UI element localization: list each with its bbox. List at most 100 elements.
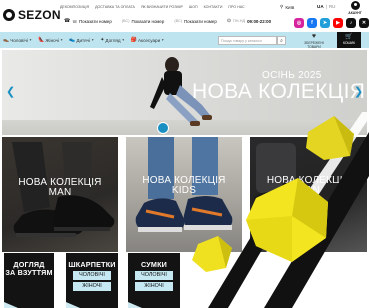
tile-title: ШКАРПЕТКИ [68,260,116,269]
category-card-men[interactable]: НОВА КОЛЕКЦІЯ MAN [2,137,118,252]
language-switch: UA | RU [317,4,335,9]
chevron-down-icon: ▼ [59,38,64,42]
chevron-down-icon: ▼ [91,38,95,42]
hero-title: НОВА КОЛЕКЦІЯ [192,80,366,103]
search-icon: ⌕ [280,37,283,44]
nav-item-care[interactable]: ✦ Догляд ▼ [100,37,125,43]
nav-item-accessories[interactable]: 🎒 Аксесуари ▼ [131,37,165,43]
social-links: ◎ f ➤ ▶ ♪ ✕ [294,18,369,28]
logo[interactable]: SEZON [3,8,61,22]
favorites-button[interactable]: ♥ ЗБЕРЕЖЕНІ ТОВАРИ [299,33,329,49]
show-number-link[interactable]: Показати номер [79,19,112,24]
cart-button[interactable]: 🛒 КОШИК [337,32,361,48]
logo-mark-icon [3,9,15,21]
user-icon [350,1,360,10]
phone-bar: ☎ ☎ Показати номер (ВС) Показати номер (… [64,18,271,24]
phone-operator: (ВС) [174,19,182,23]
nav-items: 👞 Чоловічі ▼ 👠 Жіночі ▼ 👟 Дитячі ▼ ✦ Дог… [3,32,164,48]
nav-item-label: Жіночі [45,37,59,43]
top-link[interactable]: ШОП [189,5,198,9]
top-link[interactable]: ПРО НАС [228,5,244,9]
top-link[interactable]: ДОСТАВКА ТА ОПЛАТА [95,5,135,9]
tile-socks[interactable]: ШКАРПЕТКИ ЧОЛОВІЧІ ЖІНОЧІ [66,253,118,308]
facebook-icon[interactable]: f [307,18,317,28]
nav-item-label: Дитячі [76,37,91,43]
top-link[interactable]: ЯК ВИЗНАЧИТИ РОЗМІР [141,5,183,9]
tile-accent [66,302,80,308]
top-links: ДЕКОМПОЗИЦІЯ ДОСТАВКА ТА ОПЛАТА ЯК ВИЗНА… [60,5,245,9]
phone-item[interactable]: (ВС) Показати номер [174,19,217,24]
hero-banner[interactable]: ОСІНЬ 2025 НОВА КОЛЕКЦІЯ ❮ ❯ [2,50,367,135]
search-button[interactable]: ⌕ [277,36,286,45]
clock-icon: ⊙ [226,18,232,24]
card-line2: MAN [297,185,320,196]
bag-icon: 🎒 [130,37,137,43]
cart-label: КОШИК [342,41,356,45]
location-city: Київ [285,4,295,10]
tiktok-icon[interactable]: ♪ [346,18,356,28]
tile-women-button[interactable]: ЖІНОЧІ [135,282,173,292]
tile-accent [4,302,18,308]
search-input[interactable]: Пошук товару у каталозі [218,36,277,45]
favorites-label: ЗБЕРЕЖЕНІ ТОВАРИ [304,41,324,49]
lang-active[interactable]: UA [317,4,324,9]
show-number-link[interactable]: Показати номер [184,19,217,24]
tile-bags[interactable]: СУМКИ ЧОЛОВІЧІ ЖІНОЧІ [128,253,180,308]
main-nav: 👞 Чоловічі ▼ 👠 Жіночі ▼ 👟 Дитячі ▼ ✦ Дог… [0,32,369,49]
heart-icon: ♥ [311,33,317,40]
telegram-icon[interactable]: ➤ [320,18,330,28]
chevron-right-icon[interactable]: ❯ [354,85,363,98]
account-button[interactable]: АКАУНТ [345,0,365,15]
care-icon: ✦ [100,37,105,43]
x-icon[interactable]: ✕ [359,18,369,28]
phone-icon: ☎ [64,18,71,24]
top-link[interactable]: ДЕКОМПОЗИЦІЯ [60,5,89,9]
lang-inactive[interactable]: RU [329,4,336,9]
tile-shoe-care[interactable]: ДОГЛЯД ЗА ВЗУТТЯМ [4,253,54,308]
working-hours: ⊙ ПН-НД 09:00-22:00 [227,18,271,24]
chevron-down-icon: ▼ [121,38,125,42]
card-caption: НОВА КОЛЕКЦІЯ MAN [2,178,118,198]
tile-accent [128,302,142,308]
chevron-down-icon: ▼ [161,38,165,42]
tile-title-line2: ЗА ВЗУТТЯМ [5,268,53,278]
hours-value: 09:00-22:00 [247,18,272,24]
chevron-left-icon[interactable]: ❮ [6,85,15,98]
card-caption: НОВА КОЛЕКЦІЯ MAN [250,176,367,196]
card-caption: НОВА КОЛЕКЦІЯ KIDS [126,176,242,196]
location-selector[interactable]: ⚲ Київ [280,4,294,10]
nav-item-label: Аксесуари [137,37,161,43]
tile-men-button[interactable]: ЧОЛОВІЧІ [73,271,111,281]
nav-item-label: Чоловічі [10,37,28,43]
phone-item[interactable]: (ВС) Показати номер [122,19,165,24]
women-shoe-icon: 👠 [38,37,45,43]
category-card-men-2[interactable]: НОВА КОЛЕКЦІЯ MAN [250,137,367,252]
tile-men-button[interactable]: ЧОЛОВІЧІ [135,271,173,281]
tile-title: ДОГЛЯД ЗА ВЗУТТЯМ [4,253,54,278]
top-link[interactable]: КОНТАКТИ [204,5,223,9]
nav-item-men[interactable]: 👞 Чоловічі ▼ [3,37,32,43]
phone-item[interactable]: ☎ ☎ Показати номер [64,18,112,24]
account-label: АКАУНТ [348,11,362,15]
nav-item-label: Догляд [105,37,121,43]
tile-women-button[interactable]: ЖІНОЧІ [73,282,111,292]
carousel-indicator[interactable] [157,122,169,134]
category-card-kids[interactable]: НОВА КОЛЕКЦІЯ KIDS [126,137,242,252]
card-line2: KIDS [171,185,197,196]
tile-wholesale-caption: ОПТ [273,291,285,297]
logo-text: SEZON [18,8,61,22]
show-number-link[interactable]: Показати номер [131,19,164,24]
men-shoe-icon: 👞 [3,37,10,43]
card-line2: MAN [48,187,72,198]
tile-title: СУМКИ [140,260,168,269]
nav-item-women[interactable]: 👠 Жіночі ▼ [38,37,63,43]
site-header: SEZON ДЕКОМПОЗИЦІЯ ДОСТАВКА ТА ОПЛАТА ЯК… [0,0,369,32]
map-pin-icon: ⚲ [280,4,284,9]
youtube-icon[interactable]: ▶ [333,18,343,28]
nav-item-kids[interactable]: 👟 Дитячі ▼ [69,37,94,43]
phone-operator: ☎ [72,19,77,24]
phone-operator: (ВС) [121,19,130,23]
hours-label: ПН-НД [233,19,246,23]
chevron-down-icon: ▼ [28,38,33,42]
instagram-icon[interactable]: ◎ [294,18,304,28]
